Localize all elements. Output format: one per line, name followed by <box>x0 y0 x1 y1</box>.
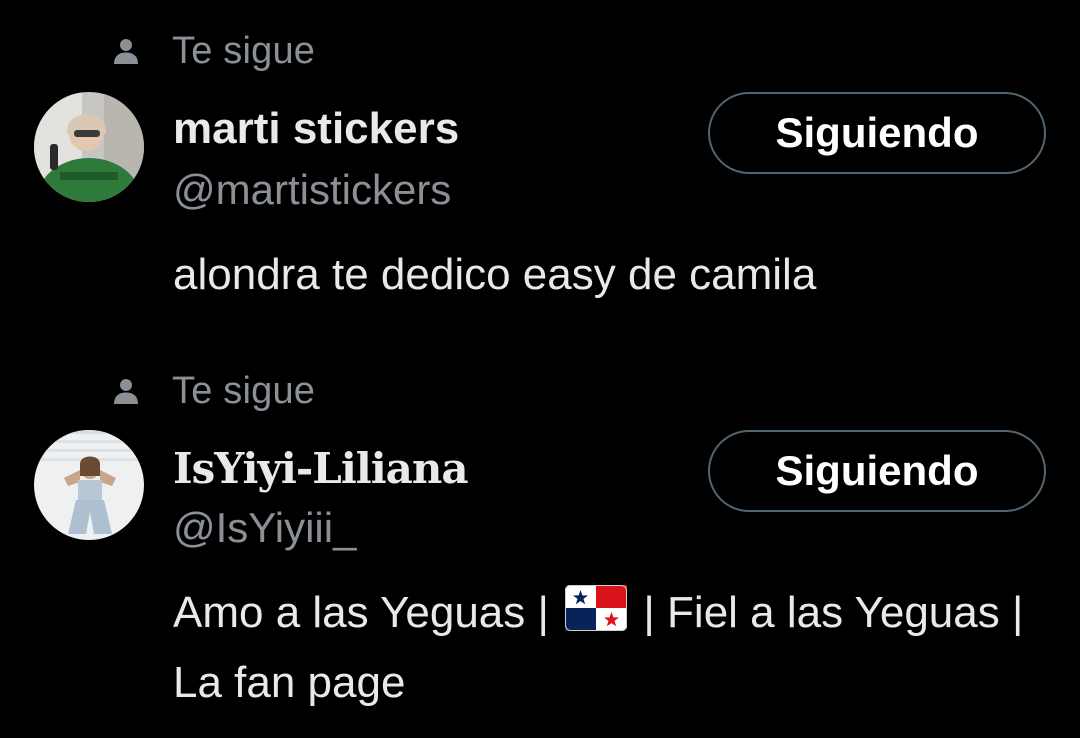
follows-you-label: Te sigue <box>172 369 316 412</box>
display-name[interactable]: IsYiyi-Liliana <box>173 444 469 493</box>
user-bio: Amo a las Yeguas | | Fiel a las Yeguas |… <box>173 578 1033 718</box>
user-handle[interactable]: @IsYiyiii_ <box>173 504 356 552</box>
person-icon <box>114 39 138 64</box>
user-handle[interactable]: @martistickers <box>173 166 451 214</box>
user-cell[interactable]: Te sigue IsYiyi-Liliana @IsYiyiii_ Sigui… <box>0 340 1080 738</box>
user-bio: alondra te dedico easy de camila <box>173 250 817 299</box>
bio-text: Amo a las Yeguas | <box>173 588 549 637</box>
display-name[interactable]: marti stickers <box>173 104 459 154</box>
person-icon <box>114 379 138 404</box>
avatar[interactable] <box>34 92 144 202</box>
avatar[interactable] <box>34 430 144 540</box>
following-button[interactable]: Siguiendo <box>708 430 1046 512</box>
follows-you-indicator: Te sigue <box>112 368 315 414</box>
panama-flag-emoji <box>565 585 628 631</box>
following-button[interactable]: Siguiendo <box>708 92 1046 174</box>
follows-you-label: Te sigue <box>172 29 316 72</box>
user-cell[interactable]: Te sigue marti stickers @martistickers S… <box>0 0 1080 330</box>
follows-you-indicator: Te sigue <box>112 28 315 74</box>
